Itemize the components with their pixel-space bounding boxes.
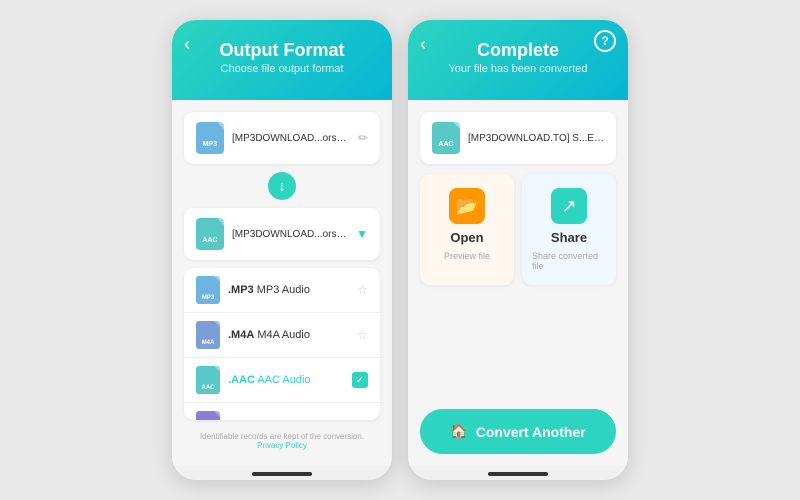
screen2-body: AAC [MP3DOWNLOAD.TO] S...Exalt Worship-6…: [408, 100, 628, 466]
back-button-screen1[interactable]: ‹: [184, 34, 190, 55]
share-sublabel: Share converted file: [532, 251, 606, 271]
screen1-header: ‹ Output Format Choose file output forma…: [172, 20, 392, 100]
format-list: MP3 .MP3 MP3 Audio ☆ M4A .M4A M4A Audio …: [184, 268, 380, 420]
open-sublabel: Preview file: [444, 251, 490, 261]
flac-label: .FLAC FLAC Audio: [228, 419, 349, 420]
input-file-icon: MP3: [196, 122, 224, 154]
share-label: Share: [551, 230, 587, 245]
aac-icon: AAC: [196, 366, 220, 394]
privacy-link[interactable]: Privacy Policy: [257, 441, 307, 450]
dropdown-icon: ▼: [356, 227, 368, 241]
completed-file-row: AAC [MP3DOWNLOAD.TO] S...Exalt Worship-6…: [420, 112, 616, 164]
spacer: [420, 295, 616, 399]
home-indicator-screen2: [488, 472, 548, 476]
open-card[interactable]: 📂 Open Preview file: [420, 174, 514, 285]
output-file-icon: AAC: [196, 218, 224, 250]
aac-label: .AAC AAC Audio: [228, 374, 344, 386]
format-item-aac[interactable]: AAC .AAC AAC Audio ✓: [184, 358, 380, 403]
action-cards: 📂 Open Preview file ↗ Share Share conver…: [420, 174, 616, 285]
screen2-title: Complete: [477, 40, 559, 61]
completed-file-name: [MP3DOWNLOAD.TO] S...Exalt Worship-64k.a…: [468, 133, 604, 144]
screens-container: ‹ Output Format Choose file output forma…: [152, 0, 648, 500]
mp3-label: .MP3 MP3 Audio: [228, 284, 349, 296]
flac-star-icon[interactable]: ☆: [357, 418, 368, 420]
help-button[interactable]: ?: [594, 30, 616, 52]
flac-icon: FLAC: [196, 411, 220, 420]
output-file-name: [MP3DOWNLOAD...orship-64k.AAC: [232, 229, 348, 240]
aac-check-icon: ✓: [352, 372, 368, 388]
format-item-m4a[interactable]: M4A .M4A M4A Audio ☆: [184, 313, 380, 358]
screen2-subtitle: Your file has been converted: [448, 63, 587, 75]
screen-output-format: ‹ Output Format Choose file output forma…: [172, 20, 392, 480]
footer-text: Identifiable records are kept of the con…: [184, 428, 380, 454]
home-indicator-screen1: [252, 472, 312, 476]
format-item-mp3[interactable]: MP3 .MP3 MP3 Audio ☆: [184, 268, 380, 313]
arrow-circle: ↓: [268, 172, 296, 200]
completed-file-icon: AAC: [432, 122, 460, 154]
edit-icon[interactable]: ✏: [358, 131, 368, 145]
screen1-body: MP3 [MP3DOWNLOAD...orship-64k.MP3 ✏ ↓ AA…: [172, 100, 392, 466]
screen1-title: Output Format: [220, 40, 345, 61]
share-icon: ↗: [551, 188, 587, 224]
open-icon: 📂: [449, 188, 485, 224]
format-item-flac[interactable]: FLAC .FLAC FLAC Audio ☆: [184, 403, 380, 420]
m4a-icon: M4A: [196, 321, 220, 349]
home-icon: 🏠: [450, 423, 467, 440]
input-file-name: [MP3DOWNLOAD...orship-64k.MP3: [232, 133, 350, 144]
mp3-icon: MP3: [196, 276, 220, 304]
screen1-subtitle: Choose file output format: [221, 63, 344, 75]
convert-another-button[interactable]: 🏠 Convert Another: [420, 409, 616, 454]
m4a-label: .M4A M4A Audio: [228, 329, 349, 341]
screen-complete: ‹ ? Complete Your file has been converte…: [408, 20, 628, 480]
m4a-star-icon[interactable]: ☆: [357, 328, 368, 342]
convert-another-label: Convert Another: [476, 424, 586, 440]
share-card[interactable]: ↗ Share Share converted file: [522, 174, 616, 285]
back-button-screen2[interactable]: ‹: [420, 34, 426, 55]
format-selector-row[interactable]: AAC [MP3DOWNLOAD...orship-64k.AAC ▼: [184, 208, 380, 260]
screen2-header: ‹ ? Complete Your file has been converte…: [408, 20, 628, 100]
mp3-star-icon[interactable]: ☆: [357, 283, 368, 297]
input-file-row: MP3 [MP3DOWNLOAD...orship-64k.MP3 ✏: [184, 112, 380, 164]
convert-arrow: ↓: [184, 172, 380, 200]
open-label: Open: [450, 230, 483, 245]
